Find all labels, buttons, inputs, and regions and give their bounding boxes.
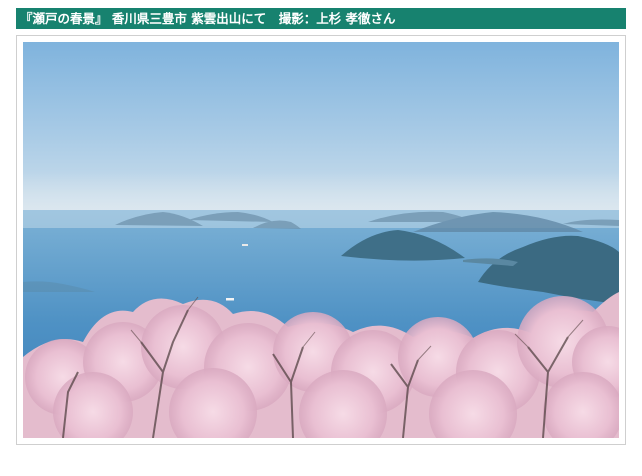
boat [242, 244, 248, 246]
photo-frame [16, 35, 626, 445]
photo-caption: 『瀬戸の春景』 香川県三豊市 紫雲出山にて 撮影：上杉 孝徹さん [20, 11, 396, 26]
boat [226, 298, 234, 301]
cherry-blossom-trees [23, 292, 619, 438]
landscape-photo [23, 42, 619, 438]
photo-caption-bar: 『瀬戸の春景』 香川県三豊市 紫雲出山にて 撮影：上杉 孝徹さん [16, 8, 626, 29]
